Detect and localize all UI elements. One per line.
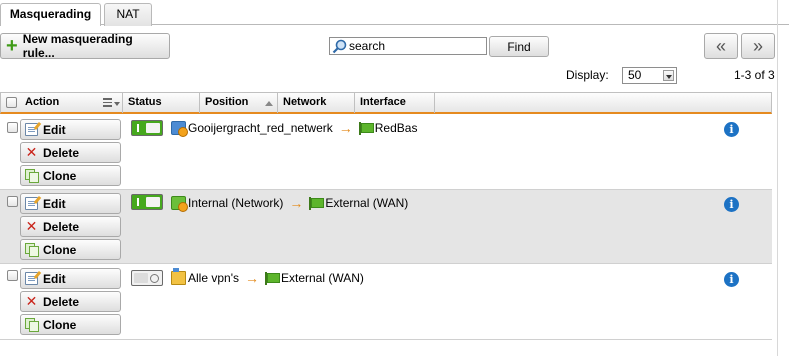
new-rule-label: New masquerading rule... <box>22 32 133 60</box>
rule-description: Internal (Network) → External (WAN) <box>171 195 408 212</box>
clone-button[interactable]: Clone <box>20 165 121 186</box>
chevron-down-icon <box>663 70 674 81</box>
arrow-right-icon: → <box>244 270 259 286</box>
status-toggle[interactable] <box>131 194 163 210</box>
search-placeholder: search <box>349 39 386 53</box>
delete-label: Delete <box>43 294 80 309</box>
interface-name[interactable]: External (WAN) <box>281 271 364 285</box>
table-row: Edit ✕ Delete Clone Gooijergracht_red_net… <box>0 115 772 190</box>
tab-bar: Masquerading NAT <box>0 0 789 26</box>
row-checkbox[interactable] <box>7 270 18 281</box>
interface-name[interactable]: External (WAN) <box>325 196 408 210</box>
column-status[interactable]: Status <box>123 93 200 113</box>
edit-label: Edit <box>43 271 66 286</box>
status-toggle[interactable] <box>131 270 163 286</box>
right-divider <box>777 0 778 356</box>
rule-description: Gooijergracht_red_netwerk → RedBas <box>171 120 418 137</box>
select-all-checkbox[interactable] <box>6 97 17 108</box>
edit-button[interactable]: Edit <box>20 268 121 289</box>
new-masquerading-rule-button[interactable]: + New masquerading rule... <box>0 32 170 60</box>
edit-button[interactable]: Edit <box>20 119 121 140</box>
network-name[interactable]: Internal (Network) <box>188 196 283 210</box>
edit-icon <box>25 197 38 210</box>
info-icon[interactable]: i <box>724 197 739 212</box>
clone-icon <box>25 169 39 183</box>
result-count: 1-3 of 3 <box>734 68 775 82</box>
vpn-folder-icon <box>171 268 186 285</box>
info-icon[interactable]: i <box>724 272 739 287</box>
tab-nat[interactable]: NAT <box>104 3 152 26</box>
previous-page-button[interactable]: « <box>704 33 738 59</box>
network-name[interactable]: Alle vpn's <box>188 271 239 285</box>
display-label: Display: <box>566 68 609 82</box>
plus-icon: + <box>6 35 18 57</box>
table-row: Edit ✕ Delete Clone Alle vpn's → External… <box>0 264 772 340</box>
network-name[interactable]: Gooijergracht_red_netwerk <box>188 121 333 135</box>
network-icon <box>171 121 188 137</box>
delete-icon: ✕ <box>25 144 38 160</box>
interface-flag-icon <box>358 121 374 135</box>
edit-icon <box>25 272 38 285</box>
clone-label: Clone <box>43 168 77 183</box>
column-position[interactable]: Position <box>200 93 278 113</box>
find-button[interactable]: Find <box>489 36 549 57</box>
delete-icon: ✕ <box>25 293 38 309</box>
next-page-button[interactable]: » <box>741 33 775 59</box>
clone-icon <box>25 318 39 332</box>
info-icon[interactable]: i <box>724 122 739 137</box>
column-action[interactable]: Action <box>23 93 123 113</box>
clone-icon <box>25 243 39 257</box>
clone-label: Clone <box>43 317 77 332</box>
edit-label: Edit <box>43 122 66 137</box>
table-row: Edit ✕ Delete Clone Internal (Network) → … <box>0 190 772 264</box>
clone-button[interactable]: Clone <box>20 314 121 335</box>
column-network[interactable]: Network <box>278 93 355 113</box>
row-checkbox[interactable] <box>7 122 18 133</box>
clone-button[interactable]: Clone <box>20 239 121 260</box>
chevron-down-icon <box>114 102 120 106</box>
column-menu-icon[interactable] <box>103 98 112 107</box>
interface-flag-icon <box>264 271 280 285</box>
table-header: Action Status Position Network Interface <box>0 92 772 114</box>
network-icon <box>171 196 188 212</box>
delete-button[interactable]: ✕ Delete <box>20 142 121 163</box>
display-select[interactable]: 50 <box>622 67 677 84</box>
delete-label: Delete <box>43 219 80 234</box>
column-interface[interactable]: Interface <box>355 93 435 113</box>
arrow-right-icon: → <box>338 120 353 136</box>
delete-button[interactable]: ✕ Delete <box>20 291 121 312</box>
search-icon <box>332 39 347 54</box>
edit-icon <box>25 123 38 136</box>
column-action-label: Action <box>25 96 60 108</box>
rule-description: Alle vpn's → External (WAN) <box>171 268 364 286</box>
delete-button[interactable]: ✕ Delete <box>20 216 121 237</box>
edit-label: Edit <box>43 196 66 211</box>
clone-label: Clone <box>43 242 77 257</box>
status-toggle[interactable] <box>131 120 163 136</box>
interface-flag-icon <box>309 196 325 210</box>
delete-label: Delete <box>43 145 80 160</box>
header-checkbox-cell <box>1 93 23 113</box>
edit-button[interactable]: Edit <box>20 193 121 214</box>
interface-name[interactable]: RedBas <box>375 121 418 135</box>
sort-ascending-icon <box>265 101 273 106</box>
search-input[interactable]: search <box>329 37 487 55</box>
row-checkbox[interactable] <box>7 196 18 207</box>
delete-icon: ✕ <box>25 218 38 234</box>
tab-masquerading[interactable]: Masquerading <box>0 3 101 26</box>
arrow-right-icon: → <box>289 195 304 211</box>
display-value: 50 <box>628 68 642 82</box>
column-position-label: Position <box>205 96 249 108</box>
